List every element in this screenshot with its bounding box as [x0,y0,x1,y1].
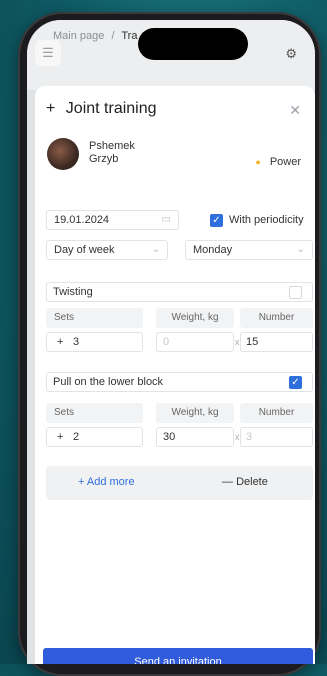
breadcrumb-separator: / [111,30,115,42]
plus-icon: + [78,476,85,488]
breadcrumb-root[interactable]: Main page [53,30,104,42]
period-unit-value: Day of week [54,244,115,256]
number-value: 15 [246,336,259,348]
sets-stepper[interactable]: + 3 [46,332,143,352]
weight-input[interactable]: 0 [156,332,234,352]
add-more-label: Add more [86,476,135,488]
weight-value: 30 [163,431,176,443]
app-screen: ☰ Main page / Tra ⚙ + Joint training ✕ P… [27,20,315,664]
delete-label: Delete [236,476,268,488]
plus-icon: + [46,100,56,117]
dynamic-island [138,28,248,60]
modal-title: + Joint training [46,100,157,118]
sets-header: Sets [46,308,143,328]
multiply-icon: x [235,432,240,442]
breadcrumb: Main page / Tra [53,30,137,42]
periodicity-label: With periodicity [229,214,304,226]
sets-value: 2 [73,431,80,443]
minus-icon: — [222,476,233,488]
chevron-down-icon: ⌄ [151,244,160,255]
exercise-checkbox[interactable]: ✓ [289,376,302,389]
number-header: Number [240,403,313,423]
weight-header: Weight, kg [156,403,234,423]
tag-dot-icon: ● [255,157,261,167]
period-unit-select[interactable]: Day of week ⌄ [46,240,168,260]
avatar [47,138,79,170]
periodicity-checkbox[interactable]: ✓ [210,214,223,227]
exercise-name: Pull on the lower block [53,376,164,388]
user-name: Pshemek Grzyb [89,140,135,166]
date-field[interactable]: 19.01.2024 ▭ [46,210,179,230]
exercise-row: Pull on the lower block ✓ [46,372,313,392]
add-more-button[interactable]: + Add more [78,476,135,488]
weight-placeholder: 0 [163,336,170,348]
plus-icon[interactable]: + [57,336,63,348]
exercise-checkbox[interactable] [289,286,302,299]
number-placeholder: 3 [246,431,253,443]
modal-title-text: Joint training [65,100,157,117]
calendar-icon[interactable]: ▭ [162,214,171,225]
weight-header: Weight, kg [156,308,234,328]
user-first-name: Pshemek [89,140,135,152]
sets-value: 3 [73,336,80,348]
exercise-actions: + Add more — Delete [46,466,313,500]
user-last-name: Grzyb [89,153,119,165]
sets-stepper[interactable]: + 2 [46,427,143,447]
joint-training-modal: + Joint training ✕ Pshemek Grzyb ● Power… [35,86,315,664]
plus-icon[interactable]: + [57,431,63,443]
period-day-value: Monday [193,244,233,256]
breadcrumb-current: Tra [121,30,138,42]
date-value: 19.01.2024 [54,214,110,226]
gear-icon[interactable]: ⚙ [285,46,297,62]
sets-header: Sets [46,403,143,423]
period-day-select[interactable]: Monday ⌄ [185,240,313,260]
exercise-row: Twisting [46,282,313,302]
send-invitation-button[interactable]: Send an invitation [43,648,313,664]
training-type-tag: ● Power [255,156,301,168]
tag-label: Power [269,156,301,168]
delete-button[interactable]: — Delete [222,476,268,488]
number-input[interactable]: 3 [240,427,313,447]
weight-input[interactable]: 30 [156,427,234,447]
exercise-name: Twisting [53,286,93,298]
chevron-down-icon: ⌄ [296,244,305,255]
multiply-icon: x [235,337,240,347]
number-input[interactable]: 15 [240,332,313,352]
close-icon[interactable]: ✕ [289,102,301,119]
menu-icon[interactable]: ☰ [35,40,61,66]
number-header: Number [240,308,313,328]
